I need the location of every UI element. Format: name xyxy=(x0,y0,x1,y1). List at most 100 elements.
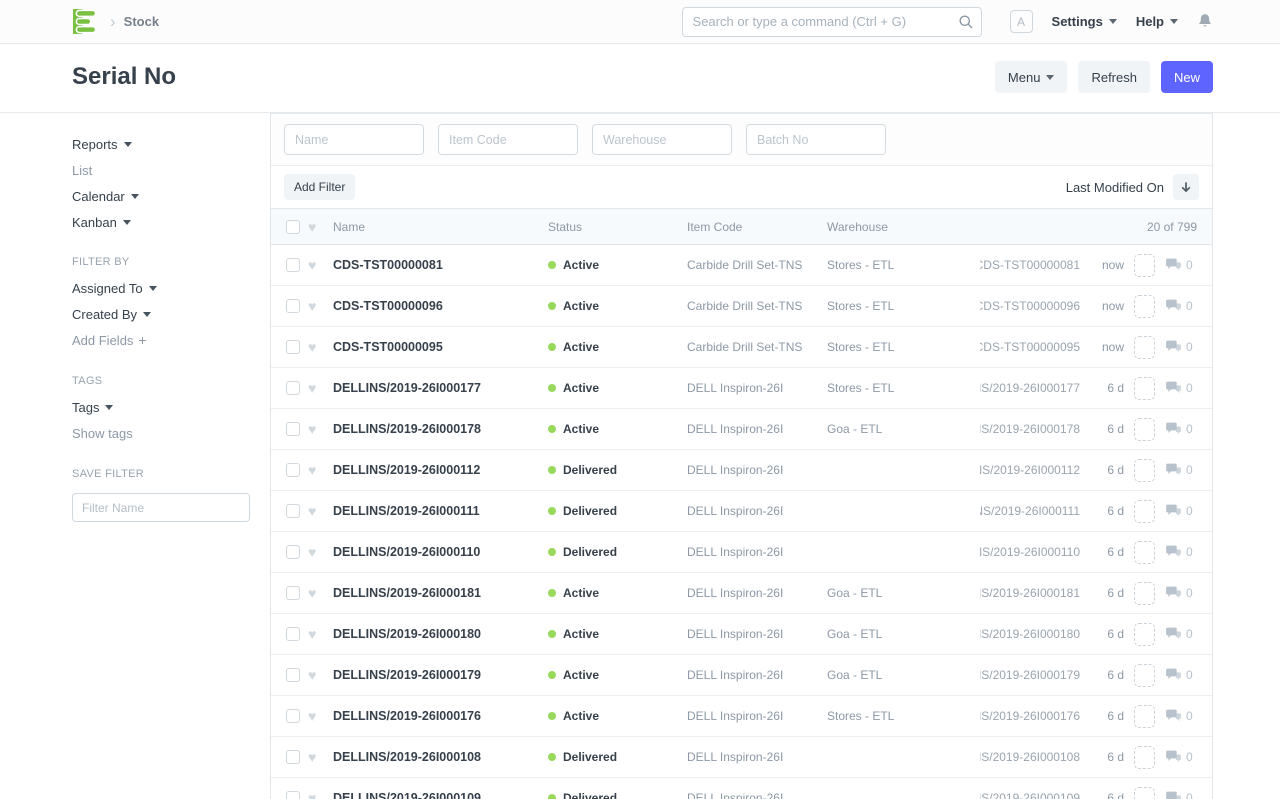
row-name[interactable]: DELLINS/2019-26I000110 xyxy=(333,545,548,559)
row-checkbox[interactable] xyxy=(286,258,300,272)
table-row[interactable]: ♥ CDS-TST00000096 Active Carbide Drill S… xyxy=(271,286,1212,327)
assigned-to-filter[interactable]: Assigned To xyxy=(72,281,250,296)
table-row[interactable]: ♥ DELLINS/2019-26I000180 Active DELL Ins… xyxy=(271,614,1212,655)
table-row[interactable]: ♥ DELLINS/2019-26I000177 Active DELL Ins… xyxy=(271,368,1212,409)
app-logo-icon[interactable] xyxy=(72,8,100,36)
row-checkbox[interactable] xyxy=(286,299,300,313)
notifications-bell-icon[interactable] xyxy=(1197,13,1213,30)
row-checkbox[interactable] xyxy=(286,791,300,799)
row-name[interactable]: DELLINS/2019-26I000111 xyxy=(333,504,548,518)
sort-direction-button[interactable] xyxy=(1173,174,1199,200)
row-name[interactable]: DELLINS/2019-26I000112 xyxy=(333,463,548,477)
table-row[interactable]: ♥ DELLINS/2019-26I000181 Active DELL Ins… xyxy=(271,573,1212,614)
row-checkbox[interactable] xyxy=(286,381,300,395)
like-heart-icon[interactable]: ♥ xyxy=(308,422,323,436)
show-tags-toggle[interactable]: Show tags xyxy=(72,426,250,441)
row-checkbox[interactable] xyxy=(286,545,300,559)
row-name[interactable]: CDS-TST00000081 xyxy=(333,258,548,272)
assign-avatar-placeholder[interactable] xyxy=(1134,582,1155,605)
select-all-checkbox[interactable] xyxy=(286,220,300,234)
like-heart-icon[interactable]: ♥ xyxy=(308,463,323,477)
add-filter-button[interactable]: Add Filter xyxy=(284,174,355,200)
like-heart-icon[interactable]: ♥ xyxy=(308,340,323,354)
row-name[interactable]: CDS-TST00000095 xyxy=(333,340,548,354)
row-name[interactable]: DELLINS/2019-26I000181 xyxy=(333,586,548,600)
row-checkbox[interactable] xyxy=(286,422,300,436)
table-row[interactable]: ♥ CDS-TST00000081 Active Carbide Drill S… xyxy=(271,245,1212,286)
refresh-button[interactable]: Refresh xyxy=(1078,61,1150,93)
row-checkbox[interactable] xyxy=(286,750,300,764)
like-heart-icon[interactable]: ♥ xyxy=(308,586,323,600)
like-heart-icon[interactable]: ♥ xyxy=(308,668,323,682)
new-button[interactable]: New xyxy=(1161,61,1213,93)
tags-filter[interactable]: Tags xyxy=(72,400,250,415)
row-checkbox[interactable] xyxy=(286,463,300,477)
row-checkbox[interactable] xyxy=(286,627,300,641)
avatar[interactable]: A xyxy=(1010,10,1033,33)
row-name[interactable]: DELLINS/2019-26I000177 xyxy=(333,381,548,395)
created-by-filter[interactable]: Created By xyxy=(72,307,250,322)
like-heart-icon[interactable]: ♥ xyxy=(308,627,323,641)
table-row[interactable]: ♥ DELLINS/2019-26I000109 Delivered DELL … xyxy=(271,778,1212,799)
help-menu[interactable]: Help xyxy=(1136,14,1178,29)
like-heart-icon[interactable]: ♥ xyxy=(308,750,323,764)
sidebar-item-kanban[interactable]: Kanban xyxy=(72,215,250,230)
row-checkbox[interactable] xyxy=(286,668,300,682)
like-heart-icon[interactable]: ♥ xyxy=(308,545,323,559)
like-heart-icon[interactable]: ♥ xyxy=(308,791,323,799)
table-row[interactable]: ♥ DELLINS/2019-26I000176 Active DELL Ins… xyxy=(271,696,1212,737)
row-name[interactable]: DELLINS/2019-26I000108 xyxy=(333,750,548,764)
row-name[interactable]: DELLINS/2019-26I000179 xyxy=(333,668,548,682)
record-count[interactable]: 20 of 799 xyxy=(1147,220,1197,234)
row-checkbox[interactable] xyxy=(286,586,300,600)
like-heart-icon[interactable]: ♥ xyxy=(308,258,323,272)
row-name[interactable]: DELLINS/2019-26I000176 xyxy=(333,709,548,723)
assign-avatar-placeholder[interactable] xyxy=(1134,254,1155,277)
assign-avatar-placeholder[interactable] xyxy=(1134,418,1155,441)
row-checkbox[interactable] xyxy=(286,504,300,518)
menu-button[interactable]: Menu xyxy=(995,61,1068,93)
row-name[interactable]: DELLINS/2019-26I000109 xyxy=(333,791,548,799)
add-fields-button[interactable]: Add Fields + xyxy=(72,333,250,348)
like-heart-icon[interactable]: ♥ xyxy=(308,381,323,395)
settings-menu[interactable]: Settings xyxy=(1052,14,1117,29)
assign-avatar-placeholder[interactable] xyxy=(1134,295,1155,318)
table-row[interactable]: ♥ CDS-TST00000095 Active Carbide Drill S… xyxy=(271,327,1212,368)
assign-avatar-placeholder[interactable] xyxy=(1134,746,1155,769)
batch-no-filter-input[interactable] xyxy=(746,124,886,155)
like-heart-icon[interactable]: ♥ xyxy=(308,299,323,313)
assign-avatar-placeholder[interactable] xyxy=(1134,336,1155,359)
like-heart-icon[interactable]: ♥ xyxy=(308,709,323,723)
filter-name-input[interactable] xyxy=(72,493,250,522)
sidebar-item-calendar[interactable]: Calendar xyxy=(72,189,250,204)
assign-avatar-placeholder[interactable] xyxy=(1134,500,1155,523)
table-row[interactable]: ♥ DELLINS/2019-26I000178 Active DELL Ins… xyxy=(271,409,1212,450)
row-name[interactable]: DELLINS/2019-26I000178 xyxy=(333,422,548,436)
table-row[interactable]: ♥ DELLINS/2019-26I000111 Delivered DELL … xyxy=(271,491,1212,532)
name-filter-input[interactable] xyxy=(284,124,424,155)
assign-avatar-placeholder[interactable] xyxy=(1134,377,1155,400)
sort-by-label[interactable]: Last Modified On xyxy=(1066,180,1164,195)
assign-avatar-placeholder[interactable] xyxy=(1134,623,1155,646)
row-checkbox[interactable] xyxy=(286,709,300,723)
assign-avatar-placeholder[interactable] xyxy=(1134,664,1155,687)
assign-avatar-placeholder[interactable] xyxy=(1134,705,1155,728)
assign-avatar-placeholder[interactable] xyxy=(1134,787,1155,799)
table-row[interactable]: ♥ DELLINS/2019-26I000108 Delivered DELL … xyxy=(271,737,1212,778)
sidebar-item-reports[interactable]: Reports xyxy=(72,137,250,152)
table-row[interactable]: ♥ DELLINS/2019-26I000110 Delivered DELL … xyxy=(271,532,1212,573)
assign-avatar-placeholder[interactable] xyxy=(1134,541,1155,564)
liked-filter-heart-icon[interactable]: ♥ xyxy=(308,220,323,234)
warehouse-filter-input[interactable] xyxy=(592,124,732,155)
row-checkbox[interactable] xyxy=(286,340,300,354)
sidebar-item-list[interactable]: List xyxy=(72,163,250,178)
item-code-filter-input[interactable] xyxy=(438,124,578,155)
assign-avatar-placeholder[interactable] xyxy=(1134,459,1155,482)
row-name[interactable]: DELLINS/2019-26I000180 xyxy=(333,627,548,641)
table-row[interactable]: ♥ DELLINS/2019-26I000179 Active DELL Ins… xyxy=(271,655,1212,696)
row-name[interactable]: CDS-TST00000096 xyxy=(333,299,548,313)
like-heart-icon[interactable]: ♥ xyxy=(308,504,323,518)
search-input[interactable] xyxy=(682,7,982,37)
table-row[interactable]: ♥ DELLINS/2019-26I000112 Delivered DELL … xyxy=(271,450,1212,491)
breadcrumb[interactable]: Stock xyxy=(124,14,159,29)
